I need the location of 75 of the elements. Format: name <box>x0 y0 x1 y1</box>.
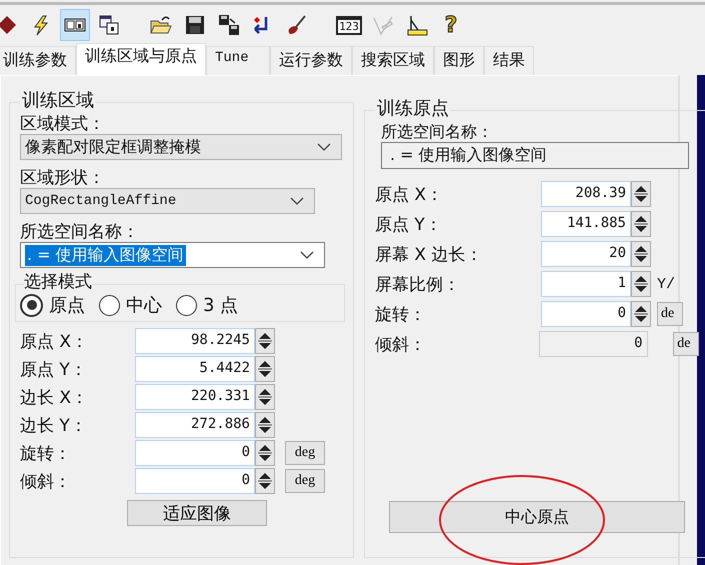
number-field[interactable]: 272.886 <box>135 412 255 438</box>
tab[interactable]: 图形 <box>434 46 484 75</box>
number-field[interactable]: 0 <box>135 468 255 494</box>
number-field[interactable]: 20 <box>541 241 631 267</box>
pen-icon <box>372 14 394 36</box>
spinner[interactable] <box>255 440 275 466</box>
number-field[interactable]: 220.331 <box>135 384 255 410</box>
windows-icon <box>98 14 120 36</box>
spinner[interactable] <box>631 181 651 207</box>
number-field[interactable]: 5.4422 <box>135 356 255 382</box>
spinner[interactable] <box>631 271 651 297</box>
spinner[interactable] <box>255 328 275 354</box>
ruler-icon <box>406 14 428 36</box>
field-label: 所选空间名称： <box>381 122 494 142</box>
field-label: 区域模式： <box>20 114 106 134</box>
number-field[interactable]: 141.885 <box>541 211 631 237</box>
field-label: 旋转： <box>20 442 72 464</box>
diamond-icon <box>0 14 18 36</box>
spinner[interactable] <box>255 468 275 494</box>
number-field[interactable]: 0 <box>541 301 631 327</box>
chevron-icon <box>317 143 331 151</box>
spinner[interactable] <box>631 211 651 237</box>
radio-option[interactable]: 原点 <box>20 293 85 317</box>
radio-button[interactable] <box>20 294 43 316</box>
chevron-icon <box>290 197 304 205</box>
spinner[interactable] <box>255 356 275 382</box>
field-label: 边长 X： <box>20 386 90 408</box>
spinner[interactable] <box>255 412 275 438</box>
field-label: 原点 Y： <box>20 358 88 380</box>
group-title: 选择模式 <box>24 273 92 291</box>
unit-button[interactable]: deg <box>285 469 325 493</box>
spinner[interactable] <box>255 384 275 410</box>
radio-option[interactable]: 中心 <box>99 293 162 317</box>
radio-button[interactable] <box>99 294 120 316</box>
tab[interactable]: Tune <box>206 46 270 75</box>
field-label: 原点 X： <box>375 184 444 206</box>
space-name-dropdown[interactable]: . = 使用输入图像空间 <box>20 242 325 268</box>
field-label: 旋转： <box>375 304 427 326</box>
toolbar-button[interactable] <box>60 9 90 41</box>
folder-icon <box>150 14 172 36</box>
chevron-icon <box>300 251 314 259</box>
region-shape-dropdown[interactable]: CogRectangleAffine <box>20 188 315 214</box>
number-field[interactable]: 208.39 <box>541 181 631 207</box>
group-title: 训练原点 <box>375 98 451 120</box>
save-icon <box>184 14 206 36</box>
unit-label: Y/ <box>657 276 676 292</box>
spinner[interactable] <box>631 301 651 327</box>
radio-button[interactable] <box>176 294 197 316</box>
region-mode-dropdown[interactable]: 像素配对限定框调整掩模 <box>20 134 342 160</box>
field-label: 所选空间名称： <box>20 222 140 242</box>
radio-option[interactable]: 3 点 <box>176 293 238 317</box>
number-field[interactable]: 0 <box>135 440 255 466</box>
center-origin-button[interactable]: 中心原点 <box>389 501 685 533</box>
field-label: 原点 X： <box>20 330 90 352</box>
tab[interactable]: 训练参数 <box>0 46 76 75</box>
field-label: 屏幕比例： <box>375 274 461 296</box>
unit-button[interactable]: de <box>657 302 683 326</box>
tab[interactable]: 搜索区域 <box>352 46 434 75</box>
field-label: 屏幕 X 边长： <box>375 244 484 266</box>
tab[interactable]: 结果 <box>484 46 534 75</box>
tab[interactable]: 运行参数 <box>270 46 352 75</box>
brush-icon <box>286 14 308 36</box>
spinner[interactable] <box>631 241 651 267</box>
field-label: 区域形状： <box>20 168 106 188</box>
floppy-disks-icon <box>218 14 240 36</box>
tab[interactable]: 训练区域与原点 <box>76 43 206 75</box>
field-label: 倾斜： <box>20 470 72 492</box>
space-name-field: . = 使用输入图像空间 <box>381 142 689 169</box>
field-label: 原点 Y： <box>375 214 443 236</box>
unit-button[interactable]: deg <box>285 441 325 465</box>
field-label: 边长 Y： <box>20 414 88 436</box>
number-field[interactable]: 98.2245 <box>135 328 255 354</box>
fit-image-button[interactable]: 适应图像 <box>127 500 267 526</box>
field-label: 倾斜： <box>375 334 427 356</box>
number-field[interactable]: 1 <box>541 271 631 297</box>
